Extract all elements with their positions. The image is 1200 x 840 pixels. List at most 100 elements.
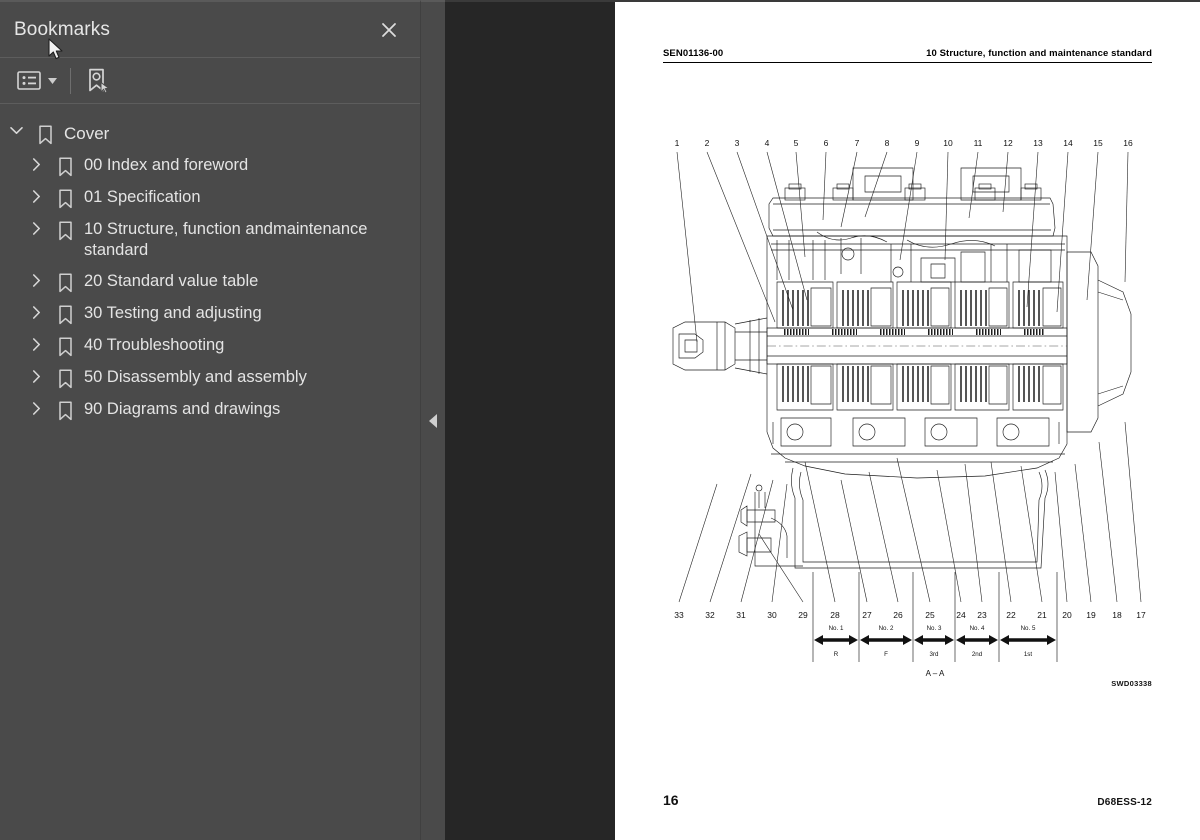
svg-text:27: 27 <box>862 610 872 620</box>
bookmarks-tree: Cover 00 Index and foreword 01 Specifica… <box>0 104 420 840</box>
bookmark-item-cover[interactable]: Cover <box>0 118 420 150</box>
chevron-right-icon[interactable] <box>20 219 52 235</box>
bookmark-item-30-testing-and-adjusting[interactable]: 30 Testing and adjusting <box>0 298 420 330</box>
svg-text:17: 17 <box>1136 610 1146 620</box>
pdf-viewer[interactable]: SEN01136-00 10 Structure, function and m… <box>445 0 1200 840</box>
bookmark-icon <box>52 155 78 177</box>
chevron-right-icon[interactable] <box>20 367 52 383</box>
svg-text:No. 5: No. 5 <box>1021 625 1036 632</box>
svg-text:6: 6 <box>824 138 829 148</box>
bookmark-label: 01 Specification <box>84 188 201 206</box>
bottom-callout-group: 33 32 31 30 29 28 27 26 25 24 23 22 21 2… <box>674 421 1146 620</box>
svg-text:No. 4: No. 4 <box>970 625 985 632</box>
bookmark-label: 20 Standard value table <box>84 272 259 290</box>
bookmark-icon <box>52 219 78 241</box>
bookmark-item-10-structure-function-and-maintenance-standard[interactable]: 10 Structure, function andmaintenance st… <box>0 214 420 266</box>
bookmark-item-00-index-and-foreword[interactable]: 00 Index and foreword <box>0 150 420 182</box>
bookmark-item-01-specification[interactable]: 01 Specification <box>0 182 420 214</box>
bookmark-label: Cover <box>64 124 110 143</box>
svg-text:15: 15 <box>1093 138 1103 148</box>
toolbar-divider <box>70 67 71 94</box>
chevron-right-icon[interactable] <box>20 187 52 203</box>
transmission-cross-section-figure: .ln { fill:none; stroke:#1d1d1d; stroke-… <box>655 132 1160 692</box>
bookmark-label: 40 Troubleshooting <box>84 336 225 354</box>
svg-text:11: 11 <box>974 138 983 148</box>
svg-text:31: 31 <box>736 610 746 620</box>
svg-text:1: 1 <box>675 138 680 148</box>
top-callout-group: 1 2 3 4 5 6 7 8 9 10 11 12 13 14 15 16 <box>675 138 1133 343</box>
svg-text:22: 22 <box>1006 610 1016 620</box>
bookmark-icon <box>52 367 78 389</box>
bookmark-label: 00 Index and foreword <box>84 156 249 174</box>
chevron-left-icon[interactable] <box>429 414 437 428</box>
svg-text:1st: 1st <box>1024 651 1033 658</box>
bookmarks-panel-title: Bookmarks <box>14 18 110 40</box>
chevron-right-icon[interactable] <box>20 155 52 171</box>
svg-text:No. 1: No. 1 <box>829 625 844 632</box>
svg-text:26: 26 <box>893 610 903 620</box>
chevron-right-icon[interactable] <box>20 271 52 287</box>
svg-text:9: 9 <box>915 138 920 148</box>
bookmark-icon <box>52 335 78 357</box>
chevron-right-icon[interactable] <box>20 303 52 319</box>
clutch-span-dimension-bar: No. 1 No. 2 No. 3 No. 4 No. 5 R F 3rd 2n… <box>812 572 1058 678</box>
chevron-down-icon[interactable] <box>0 123 32 135</box>
svg-text:23: 23 <box>977 610 987 620</box>
svg-text:No. 3: No. 3 <box>927 625 942 632</box>
svg-text:2nd: 2nd <box>972 651 983 658</box>
svg-text:R: R <box>834 651 839 658</box>
svg-text:4: 4 <box>765 138 770 148</box>
chevron-down-icon[interactable] <box>44 66 60 96</box>
new-bookmark-icon[interactable] <box>83 66 113 96</box>
svg-text:32: 32 <box>705 610 715 620</box>
svg-text:7: 7 <box>855 138 860 148</box>
page-running-footer: 16 D68ESS-12 <box>663 792 1152 808</box>
bookmarks-panel-header: Bookmarks <box>0 2 420 58</box>
svg-text:20: 20 <box>1062 610 1072 620</box>
document-code: D68ESS-12 <box>1097 797 1152 808</box>
bookmark-icon <box>52 271 78 293</box>
chevron-right-icon[interactable] <box>20 399 52 415</box>
main-shaft-assembly <box>766 327 1068 365</box>
svg-text:30: 30 <box>767 610 777 620</box>
svg-text:24: 24 <box>956 610 966 620</box>
svg-text:5: 5 <box>794 138 799 148</box>
svg-text:A – A: A – A <box>926 669 945 678</box>
chevron-right-icon[interactable] <box>20 335 52 351</box>
bookmarks-sidebar: Bookmarks Cover 00 Index and foreword 01… <box>0 0 420 840</box>
lower-internal-detail <box>771 417 1065 463</box>
bookmark-icon <box>52 399 78 421</box>
svg-text:25: 25 <box>925 610 935 620</box>
bookmark-icon <box>52 187 78 209</box>
upper-internal-detail <box>771 231 1065 283</box>
bookmark-item-40-troubleshooting[interactable]: 40 Troubleshooting <box>0 330 420 362</box>
svg-text:10: 10 <box>943 138 953 148</box>
bookmark-label: 50 Disassembly and assembly <box>84 368 307 386</box>
svg-text:28: 28 <box>830 610 840 620</box>
bookmark-icon <box>32 123 58 145</box>
svg-text:No. 2: No. 2 <box>879 625 894 632</box>
transmission-housing <box>672 167 1132 479</box>
svg-text:F: F <box>884 651 888 658</box>
svg-text:18: 18 <box>1112 610 1122 620</box>
svg-text:21: 21 <box>1037 610 1047 620</box>
svg-text:3rd: 3rd <box>930 651 940 658</box>
pdf-page: SEN01136-00 10 Structure, function and m… <box>615 2 1200 840</box>
bookmark-item-50-disassembly-and-assembly[interactable]: 50 Disassembly and assembly <box>0 362 420 394</box>
list-view-icon[interactable] <box>14 66 44 96</box>
bookmark-item-90-diagrams-and-drawings[interactable]: 90 Diagrams and drawings <box>0 394 420 426</box>
bookmark-item-20-standard-value-table[interactable]: 20 Standard value table <box>0 266 420 298</box>
bookmark-label: 90 Diagrams and drawings <box>84 400 281 418</box>
svg-text:33: 33 <box>674 610 684 620</box>
svg-text:14: 14 <box>1063 138 1073 148</box>
bookmarks-toolbar <box>0 58 420 104</box>
sidebar-collapse-handle[interactable] <box>420 0 445 840</box>
svg-text:19: 19 <box>1086 610 1096 620</box>
page-number: 16 <box>663 792 679 808</box>
svg-text:2: 2 <box>705 138 710 148</box>
header-section-title: 10 Structure, function and maintenance s… <box>926 48 1152 59</box>
svg-text:29: 29 <box>798 610 808 620</box>
svg-text:3: 3 <box>735 138 740 148</box>
close-icon[interactable] <box>374 15 404 45</box>
svg-text:13: 13 <box>1033 138 1043 148</box>
